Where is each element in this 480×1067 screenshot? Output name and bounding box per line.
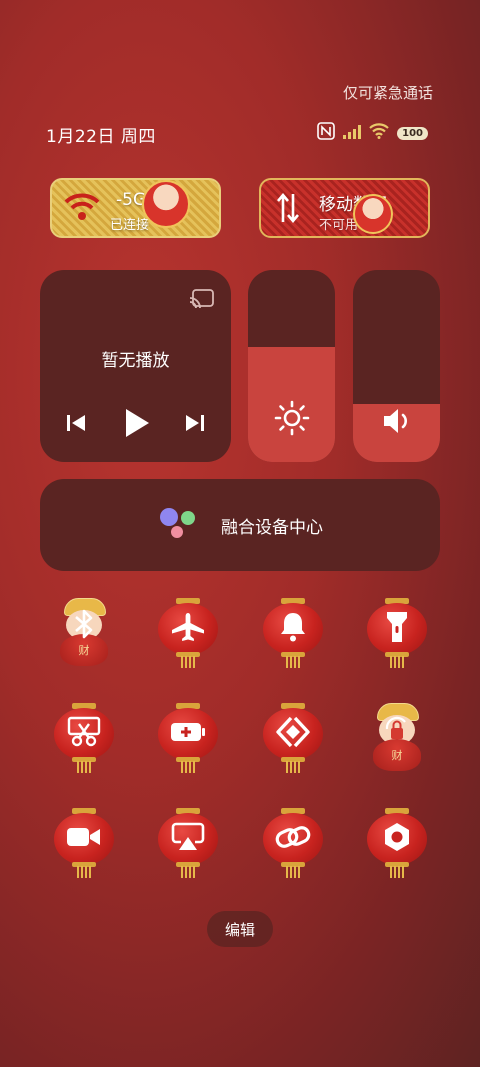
media-player-card[interactable]: 暂无播放 bbox=[40, 270, 231, 462]
status-icons: 100 bbox=[317, 122, 428, 144]
lantern-tassel bbox=[77, 761, 91, 773]
device-center-dots-icon bbox=[157, 505, 201, 545]
fortune-mascot-image bbox=[353, 194, 393, 234]
volume-slider[interactable] bbox=[353, 270, 440, 462]
lantern-body bbox=[367, 603, 427, 655]
signal-icon bbox=[343, 124, 362, 143]
lantern-body bbox=[158, 603, 218, 655]
play-button[interactable] bbox=[124, 408, 150, 442]
nfc-icon bbox=[317, 122, 335, 144]
toggle-silent[interactable] bbox=[261, 598, 325, 672]
toggle-screen-record[interactable] bbox=[52, 808, 116, 882]
wifi-icon bbox=[64, 192, 100, 226]
edit-button[interactable]: 编辑 bbox=[207, 911, 273, 947]
cast-icon[interactable] bbox=[189, 288, 215, 314]
toggle-screenshot[interactable] bbox=[52, 703, 116, 777]
lantern-body bbox=[54, 708, 114, 760]
toggle-airplane[interactable] bbox=[156, 598, 220, 672]
toggle-settings[interactable] bbox=[365, 808, 429, 882]
lantern-tassel bbox=[286, 656, 300, 668]
flashlight-icon bbox=[385, 610, 409, 648]
media-title: 暂无播放 bbox=[101, 351, 170, 371]
device-center-button[interactable]: 融合设备中心 bbox=[40, 479, 440, 571]
toggle-screen-mirror[interactable] bbox=[156, 808, 220, 882]
lantern-tassel bbox=[77, 866, 91, 878]
emergency-calls-only-text: 仅可紧急通话 bbox=[342, 84, 433, 102]
scissors-icon bbox=[67, 716, 101, 752]
device-center-label: 融合设备中心 bbox=[221, 517, 323, 538]
lantern-tassel bbox=[390, 866, 404, 878]
date-label: 1月22日 周四 bbox=[46, 127, 156, 147]
battery-plus-icon bbox=[170, 720, 206, 748]
mascot-body: 财 bbox=[373, 739, 421, 771]
sun-icon bbox=[248, 400, 335, 436]
toggle-link[interactable] bbox=[261, 808, 325, 882]
toggle-cast[interactable] bbox=[261, 703, 325, 777]
toggle-bluetooth[interactable]: 财 bbox=[52, 598, 116, 672]
mobile-data-status: 不可用 bbox=[319, 218, 359, 233]
data-arrows-icon bbox=[275, 192, 301, 228]
hex-nut-icon bbox=[381, 821, 413, 857]
speaker-icon bbox=[353, 406, 440, 436]
lantern-tassel bbox=[390, 656, 404, 668]
mobile-data-tile[interactable]: 移动数据 不可用 bbox=[259, 178, 430, 238]
previous-track-button[interactable] bbox=[66, 413, 86, 437]
lantern-tassel bbox=[286, 761, 300, 773]
lantern-body bbox=[263, 813, 323, 865]
fortune-mascot-image bbox=[142, 180, 190, 228]
bluetooth-icon bbox=[70, 609, 98, 639]
bell-icon bbox=[278, 611, 308, 647]
lantern-tassel bbox=[181, 761, 195, 773]
lantern-tassel bbox=[181, 866, 195, 878]
video-camera-icon bbox=[66, 825, 102, 853]
wifi-status: 已连接 bbox=[110, 218, 150, 233]
brightness-slider[interactable] bbox=[248, 270, 335, 462]
lantern-body bbox=[263, 603, 323, 655]
toggle-lock-rotation[interactable]: 财 bbox=[365, 703, 429, 777]
lantern-tassel bbox=[286, 866, 300, 878]
wifi-tile[interactable]: -5G MI 已连接 bbox=[50, 178, 221, 238]
lantern-body bbox=[367, 813, 427, 865]
toggle-flashlight[interactable] bbox=[365, 598, 429, 672]
lantern-body bbox=[158, 708, 218, 760]
battery-icon: 100 bbox=[397, 126, 428, 140]
lantern-body bbox=[54, 813, 114, 865]
airplane-icon bbox=[171, 612, 205, 646]
link-icon bbox=[275, 823, 311, 855]
lock-rotate-icon bbox=[383, 715, 411, 743]
lantern-body bbox=[263, 708, 323, 760]
wifi-icon bbox=[369, 123, 389, 143]
next-track-button[interactable] bbox=[185, 413, 205, 437]
code-brackets-icon bbox=[276, 716, 310, 752]
lantern-tassel bbox=[181, 656, 195, 668]
toggle-battery-saver[interactable] bbox=[156, 703, 220, 777]
lantern-body bbox=[158, 813, 218, 865]
airplay-icon bbox=[171, 822, 205, 856]
